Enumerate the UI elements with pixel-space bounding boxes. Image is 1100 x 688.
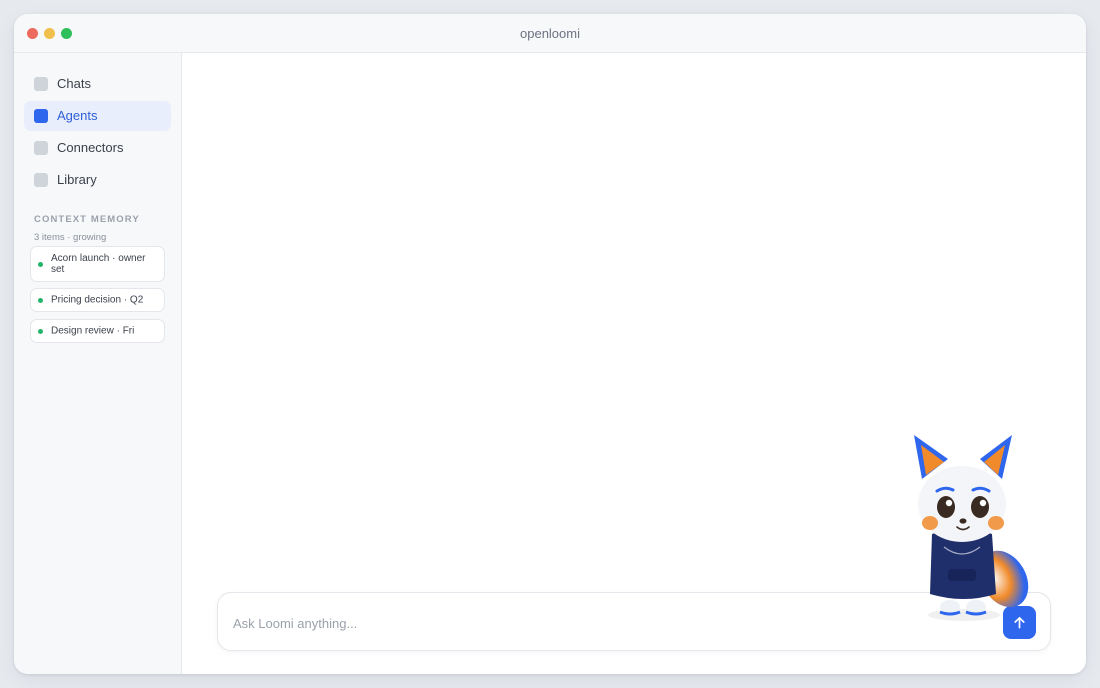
chat-input[interactable]: [233, 613, 993, 633]
sidebar: Chats Agents Connectors Library CONTEXT …: [14, 53, 182, 674]
sidebar-item-chats[interactable]: Chats: [24, 69, 171, 99]
context-memory-title: CONTEXT MEMORY: [34, 214, 140, 225]
status-dot: [38, 261, 43, 267]
memory-item-label: Pricing decision · Q2: [51, 294, 144, 306]
memory-item-label: Design review · Fri: [51, 325, 135, 337]
sidebar-item-library[interactable]: Library: [24, 165, 171, 195]
status-dot: [38, 328, 43, 334]
memory-item-label: Acorn launch · owner set: [51, 253, 146, 275]
memory-item[interactable]: Design review · Fri: [30, 319, 165, 343]
status-dot: [38, 297, 43, 303]
chats-icon: [34, 77, 48, 91]
library-icon: [34, 173, 48, 187]
sidebar-item-label: Chats: [57, 76, 91, 91]
agents-icon: [34, 109, 48, 123]
memory-item[interactable]: Acorn launch · owner set: [30, 246, 165, 282]
sidebar-item-agents[interactable]: Agents: [24, 101, 171, 131]
loomi-mascot-image: [914, 435, 1029, 621]
sidebar-item-connectors[interactable]: Connectors: [24, 133, 171, 163]
sidebar-item-label: Library: [57, 172, 97, 187]
title-bar: openloomi: [14, 14, 1086, 53]
sidebar-item-label: Connectors: [57, 140, 124, 155]
app-window: openloomi Chats Agents Connectors Librar…: [14, 14, 1086, 674]
connectors-icon: [34, 141, 48, 155]
context-memory-subtitle: 3 items · growing: [34, 232, 107, 243]
memory-item[interactable]: Pricing decision · Q2: [30, 288, 165, 312]
sidebar-item-label: Agents: [57, 108, 98, 123]
window-title: openloomi: [520, 26, 580, 41]
